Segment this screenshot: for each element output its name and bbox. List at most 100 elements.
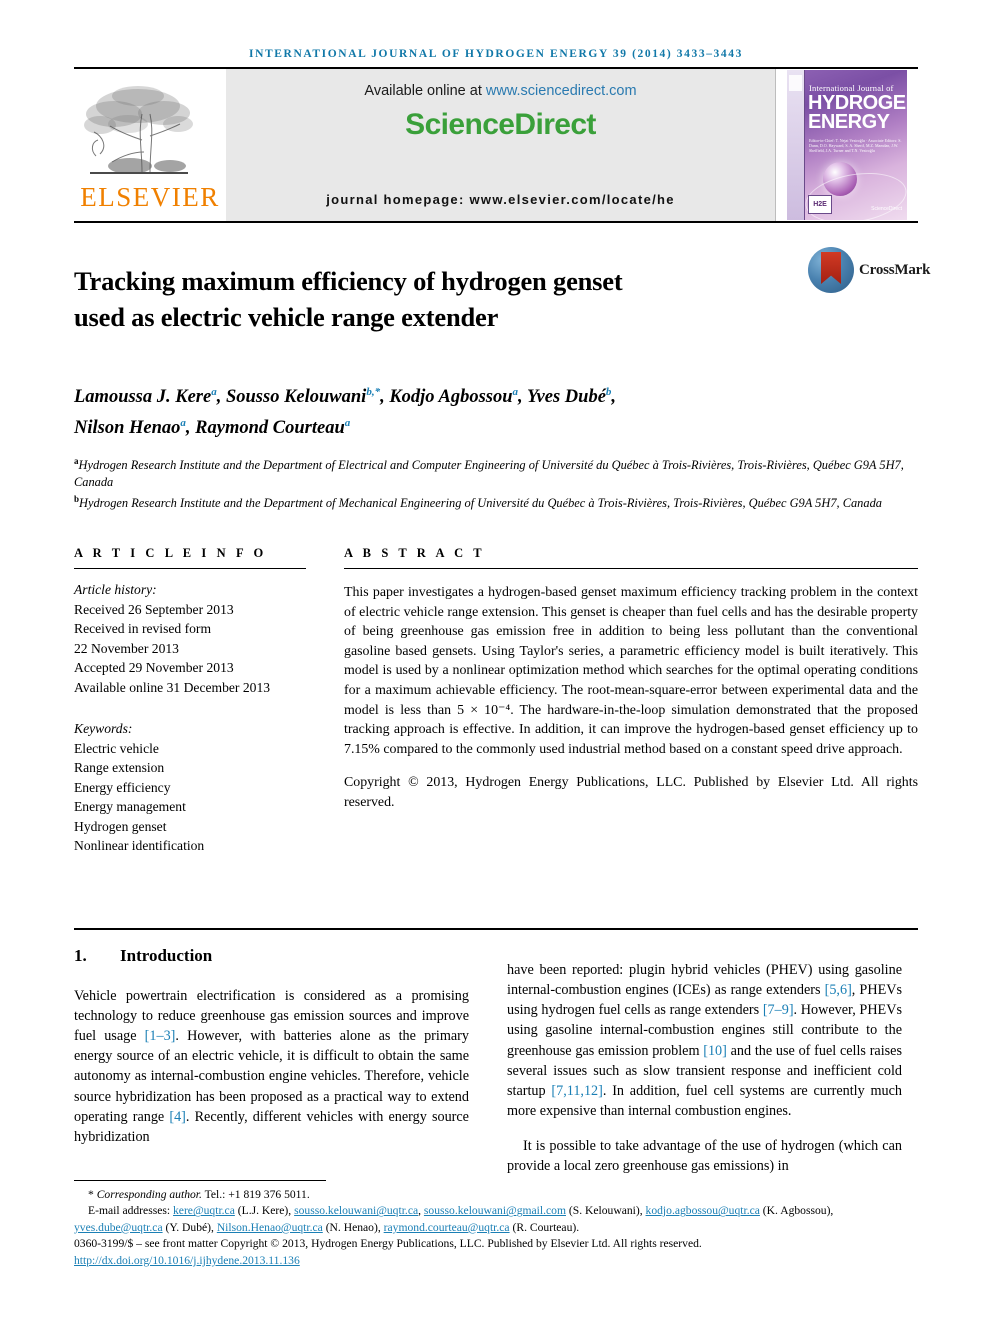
email-owner: (L.J. Kere), [234, 1204, 295, 1218]
keyword-item: Electric vehicle [74, 740, 159, 756]
article-info-column: A R T I C L E I N F O Article history: R… [74, 546, 306, 856]
masthead: ELSEVIER Available online at www.science… [74, 69, 918, 223]
cover-title-line2: ENERGY [808, 111, 890, 133]
crossmark-badge[interactable]: CrossMark [808, 247, 930, 293]
abstract-column: A B S T R A C T This paper investigates … [344, 546, 918, 856]
section-title: Introduction [120, 945, 213, 965]
crossmark-icon [808, 247, 854, 293]
email-link[interactable]: Nilson.Henao@uqtr.ca [217, 1221, 323, 1234]
affiliation-text: Hydrogen Research Institute and the Depa… [79, 496, 882, 511]
section-heading-introduction: 1. Introduction [74, 946, 469, 966]
citation-link[interactable]: [10] [703, 1043, 727, 1059]
author-list: Lamoussa J. Kerea, Sousso Kelouwanib,*, … [74, 379, 918, 441]
history-item: Received in revised form [74, 621, 212, 637]
email-owner: (N. Henao), [322, 1220, 384, 1234]
keyword-item: Hydrogen genset [74, 818, 167, 834]
email-owner: (S. Kelouwani), [565, 1204, 646, 1218]
sciencedirect-link[interactable]: www.sciencedirect.com [486, 83, 637, 99]
author-item: Lamoussa J. Kerea, [74, 386, 226, 407]
crossmark-label: CrossMark [859, 261, 931, 278]
citation-link[interactable]: [7,11,12] [551, 1083, 603, 1099]
abstract-rule [344, 568, 918, 570]
email-link[interactable]: sousso.kelouwani@gmail.com [424, 1204, 566, 1217]
journal-homepage-line[interactable]: journal homepage: www.elsevier.com/locat… [226, 192, 775, 207]
intro-paragraph-right-2: It is possible to take advantage of the … [507, 1137, 902, 1174]
corresponding-author-tel: Tel.: +1 819 376 5011. [201, 1187, 310, 1201]
cover-spine [787, 70, 805, 220]
available-online-text: Available online at [364, 83, 486, 99]
citation-link[interactable]: [5,6] [825, 982, 852, 998]
body-columns: 1. Introduction Vehicle powertrain elect… [74, 946, 918, 1191]
page-title: Tracking maximum efficiency of hydrogen … [74, 263, 808, 335]
citation-link[interactable]: [4] [169, 1109, 186, 1125]
author-sep: , [611, 386, 617, 407]
author-sep: , [518, 386, 527, 407]
corresponding-marker: * [88, 1187, 94, 1201]
email-owner: (K. Agbossou), [759, 1204, 834, 1218]
author-item: Yves Dubéb, [526, 386, 617, 407]
author-name: Sousso Kelouwani [225, 386, 367, 407]
crossmark-ribbon-icon [821, 252, 841, 284]
elsevier-wordmark: ELSEVIER [80, 181, 220, 212]
affiliation-item: aHydrogen Research Institute and the Dep… [74, 453, 918, 491]
keywords-label: Keywords: [74, 721, 133, 737]
issn-copyright-line: 0360-3199/$ – see front matter Copyright… [74, 1237, 702, 1251]
email-link[interactable]: raymond.courteau@uqtr.ca [384, 1221, 510, 1234]
elsevier-tree-icon [84, 85, 194, 174]
keyword-item: Energy management [74, 799, 186, 815]
corresponding-author-line: * Corresponding author. Tel.: +1 819 376… [74, 1187, 918, 1203]
history-item: Available online 31 December 2013 [74, 679, 271, 695]
title-line-2: used as electric vehicle range extender [74, 301, 499, 332]
affiliation-text: Hydrogen Research Institute and the Depa… [74, 457, 904, 489]
doi-link[interactable]: http://dx.doi.org/10.1016/j.ijhydene.201… [74, 1254, 300, 1267]
keyword-item: Energy efficiency [74, 779, 171, 795]
abstract-heading: A B S T R A C T [344, 546, 486, 561]
author-affil-marker: b,* [366, 385, 381, 398]
corresponding-author-label: Corresponding author. [96, 1187, 202, 1201]
journal-cover-block: International Journal of HYDROGEN ENERGY… [775, 69, 918, 221]
info-abstract-region: A R T I C L E I N F O Article history: R… [74, 546, 918, 856]
body-column-left: 1. Introduction Vehicle powertrain elect… [74, 946, 469, 1191]
history-item: Accepted 29 November 2013 [74, 660, 234, 676]
article-history: Article history: Received 26 September 2… [74, 580, 306, 697]
affiliation-list: aHydrogen Research Institute and the Dep… [74, 453, 918, 512]
email-link[interactable]: yves.dube@uqtr.ca [74, 1221, 163, 1234]
author-name: Kodjo Agbossou [389, 386, 513, 407]
keyword-list: Keywords: Electric vehicle Range extensi… [74, 719, 306, 856]
history-item: Received 26 September 2013 [74, 601, 234, 617]
elsevier-logo-block: ELSEVIER [74, 69, 226, 221]
author-name: Raymond Courteau [195, 417, 345, 438]
title-block: Tracking maximum efficiency of hydrogen … [74, 245, 930, 353]
cover-h2e-badge: H2E [808, 195, 832, 214]
abstract-body: This paper investigates a hydrogen-based… [344, 584, 918, 757]
citation-link[interactable]: [1–3] [145, 1028, 176, 1044]
body-column-right: have been reported: plugin hybrid vehicl… [507, 946, 902, 1191]
email-link[interactable]: kodjo.agbossou@uqtr.ca [646, 1204, 760, 1217]
footnote-rule [74, 1179, 326, 1181]
history-item: 22 November 2013 [74, 640, 179, 656]
cover-sciencedirect-mark: ScienceDirect [871, 206, 902, 212]
author-name: Yves Dubé [526, 386, 606, 407]
cover-elsevier-mark [789, 75, 802, 91]
email-label: E-mail addresses: [88, 1204, 173, 1218]
author-sep: , [185, 417, 196, 438]
author-affil-marker: a [344, 416, 351, 429]
citation-link[interactable]: [7–9] [763, 1002, 794, 1018]
journal-cover-image: International Journal of HYDROGEN ENERGY… [787, 70, 907, 220]
running-head: INTERNATIONAL JOURNAL OF HYDROGEN ENERGY… [249, 48, 743, 60]
sciencedirect-logo-part2: Direct [514, 108, 596, 141]
article-info-rule [74, 568, 306, 570]
author-name: Nilson Henao [74, 417, 181, 438]
author-item: Nilson Henaoa, [74, 417, 196, 438]
cover-journal-title: HYDROGEN ENERGY [808, 93, 907, 133]
abstract-copyright: Copyright © 2013, Hydrogen Energy Public… [344, 775, 918, 810]
footnote-region: * Corresponding author. Tel.: +1 819 376… [74, 1179, 918, 1269]
email-link[interactable]: sousso.kelouwani@uqtr.ca [294, 1204, 418, 1217]
author-item: Sousso Kelouwanib,*, [225, 385, 389, 407]
email-owner: (R. Courteau). [509, 1220, 580, 1234]
available-online-line: Available online at www.sciencedirect.co… [364, 83, 636, 99]
author-item: Raymond Courteaua [195, 416, 351, 438]
email-link[interactable]: kere@uqtr.ca [173, 1204, 235, 1217]
article-history-label: Article history: [74, 582, 157, 598]
keyword-item: Range extension [74, 760, 165, 776]
